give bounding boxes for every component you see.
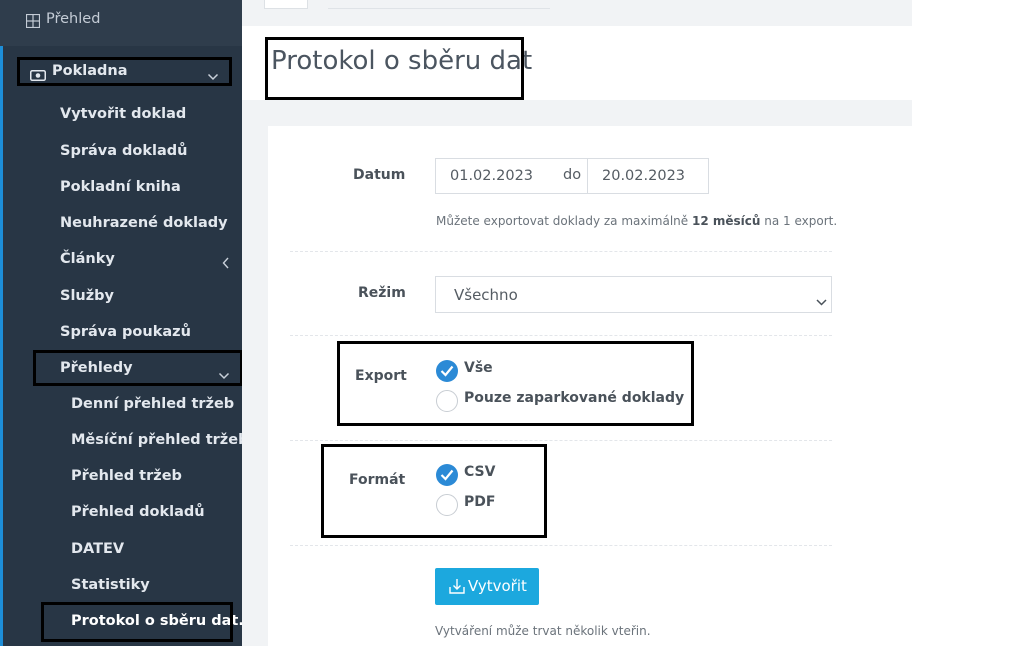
sidebar-subitem-monthly-revenue[interactable]: Měsíční přehled tržeb — [71, 432, 248, 448]
sidebar-item-services[interactable]: Služby — [60, 288, 114, 304]
content-gap — [242, 100, 912, 126]
highlight-box-export — [337, 341, 694, 426]
date-help-text: Můžete exportovat doklady za maximálně 1… — [436, 214, 838, 228]
sidebar: Přehled Pokladna Vytvořit doklad Správa … — [0, 0, 248, 646]
date-label: Datum — [353, 167, 406, 183]
sidebar-item-articles[interactable]: Články — [0, 248, 242, 274]
sidebar-item-create-document[interactable]: Vytvořit doklad — [60, 106, 186, 122]
highlight-box-protokol — [41, 602, 233, 642]
sidebar-subitem-statistics[interactable]: Statistiky — [71, 577, 150, 593]
top-toolbar — [242, 0, 912, 26]
highlight-box-format — [321, 444, 547, 538]
sidebar-item-unpaid-documents[interactable]: Neuhrazené doklady — [60, 215, 228, 231]
sidebar-item-cash-book[interactable]: Pokladní kniha — [60, 179, 181, 195]
row-separator — [290, 545, 832, 546]
row-separator — [290, 440, 832, 441]
mode-select[interactable]: Všechno — [435, 276, 832, 313]
date-from-input[interactable]: 01.02.2023 — [435, 158, 558, 194]
sidebar-active-accent — [0, 46, 3, 646]
grid-icon — [25, 13, 41, 32]
sidebar-item-label: Přehled — [46, 11, 101, 27]
chevron-left-icon — [222, 254, 229, 273]
sidebar-subitem-documents-overview[interactable]: Přehled dokladů — [71, 504, 205, 520]
create-help-text: Vytváření může trvat několik vteřin. — [435, 624, 651, 638]
highlight-box-pokladna — [17, 57, 232, 86]
highlight-box-title — [265, 37, 524, 100]
download-icon — [449, 579, 465, 594]
toolbar-field[interactable] — [328, 8, 550, 9]
sidebar-item-manage-documents[interactable]: Správa dokladů — [60, 143, 187, 159]
sidebar-item-label: Články — [60, 251, 115, 267]
sidebar-subitem-daily-revenue[interactable]: Denní přehled tržeb — [71, 396, 234, 412]
sidebar-subitem-datev[interactable]: DATEV — [71, 541, 124, 557]
date-separator: do — [557, 158, 588, 194]
row-separator — [290, 251, 832, 252]
toolbar-button[interactable] — [264, 0, 308, 9]
mode-label: Režim — [358, 285, 406, 301]
date-to-input[interactable]: 20.02.2023 — [587, 158, 709, 194]
content-gutter — [242, 126, 268, 646]
mode-select-value: Všechno — [454, 286, 518, 304]
sidebar-subitem-revenue-overview[interactable]: Přehled tržeb — [71, 468, 182, 484]
row-separator — [290, 335, 832, 336]
sidebar-item-overview[interactable]: Přehled — [0, 8, 242, 34]
highlight-box-prehledy — [33, 350, 243, 386]
sidebar-item-vouchers[interactable]: Správa poukazů — [60, 324, 191, 340]
create-button-label: Vytvořit — [468, 577, 527, 595]
chevron-down-icon — [816, 291, 827, 310]
create-button[interactable]: Vytvořit — [435, 568, 539, 605]
